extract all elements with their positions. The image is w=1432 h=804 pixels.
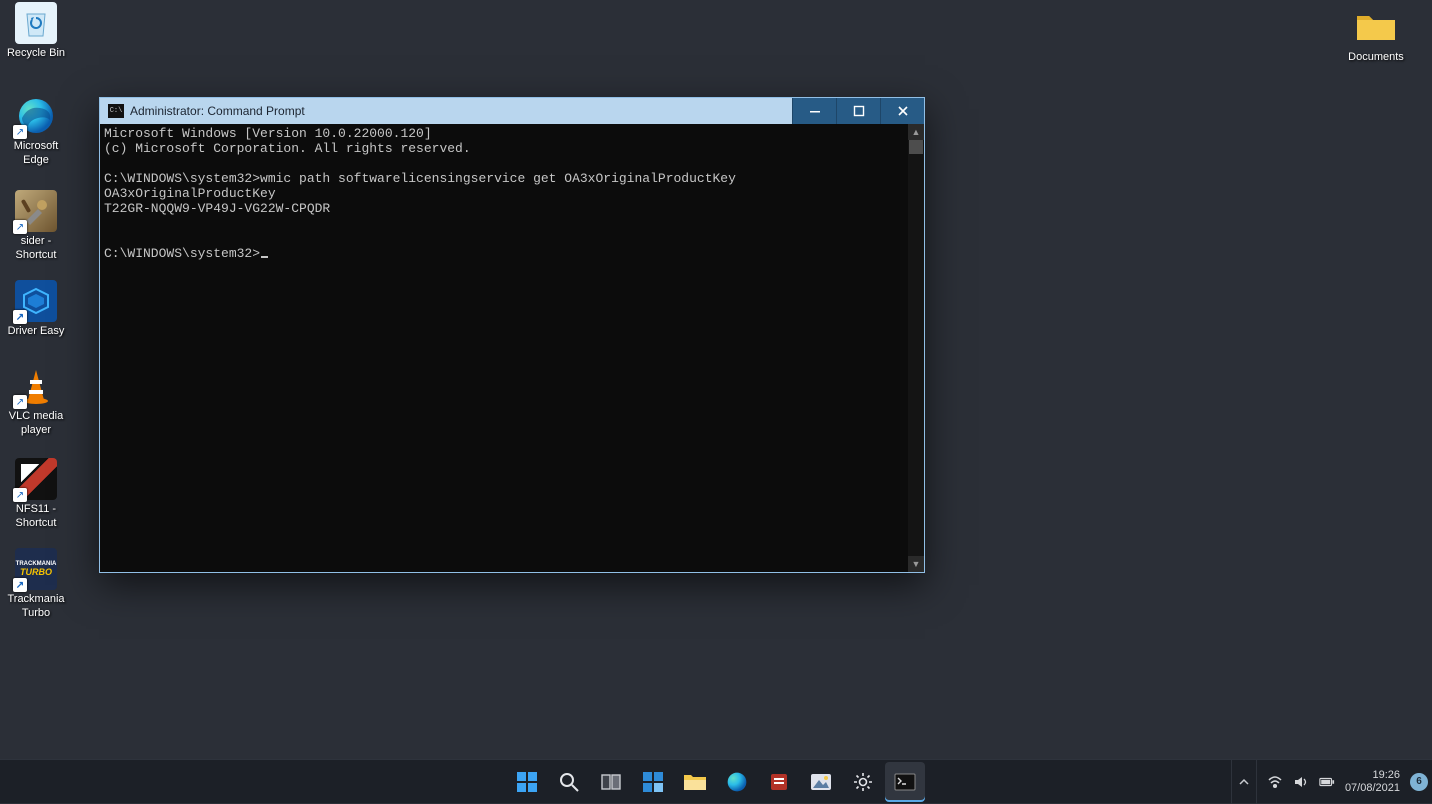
taskbar-start[interactable] xyxy=(507,762,547,802)
desktop-icon-label: NFS11 - Shortcut xyxy=(0,502,72,530)
scroll-track[interactable] xyxy=(908,140,924,556)
desktop-icon-recycle-bin[interactable]: Recycle Bin xyxy=(0,2,72,60)
taskbar-file-explorer[interactable] xyxy=(675,762,715,802)
taskbar-todo[interactable] xyxy=(759,762,799,802)
cmd-line: (c) Microsoft Corporation. All rights re… xyxy=(104,141,471,156)
battery-icon[interactable] xyxy=(1319,774,1335,790)
wifi-icon[interactable] xyxy=(1267,774,1283,790)
desktop-icon-label: Trackmania Turbo xyxy=(0,592,72,620)
shortcut-arrow-icon: ↗ xyxy=(13,310,27,324)
tray-date: 07/08/2021 xyxy=(1345,782,1400,795)
shortcut-arrow-icon: ↗ xyxy=(13,220,27,234)
taskbar: 19:26 07/08/2021 6 xyxy=(0,759,1432,803)
taskbar-search[interactable] xyxy=(549,762,589,802)
desktop-icon-sider[interactable]: ↗ sider - Shortcut xyxy=(0,190,72,262)
cmd-line: OA3xOriginalProductKey xyxy=(104,186,276,201)
desktop-icon-label: Documents xyxy=(1340,50,1412,64)
cmd-title-text: Administrator: Command Prompt xyxy=(130,104,305,118)
cmd-cursor xyxy=(261,256,268,258)
desktop-icon-documents[interactable]: Documents xyxy=(1340,6,1412,64)
cmd-prompt: C:\WINDOWS\system32> xyxy=(104,246,260,261)
recycle-bin-icon xyxy=(15,2,57,44)
desktop-icon-label: sider - Shortcut xyxy=(0,234,72,262)
cmd-line: C:\WINDOWS\system32>wmic path softwareli… xyxy=(104,171,736,186)
tray-clock[interactable]: 19:26 07/08/2021 xyxy=(1345,769,1400,795)
tray-time: 19:26 xyxy=(1372,769,1400,782)
scroll-down-arrow-icon[interactable]: ▼ xyxy=(908,556,924,572)
shortcut-arrow-icon: ↗ xyxy=(13,488,27,502)
shortcut-arrow-icon: ↗ xyxy=(13,125,27,139)
taskbar-cmd[interactable] xyxy=(885,762,925,802)
desktop-icon-label: VLC media player xyxy=(0,409,72,437)
driver-easy-icon: ↗ xyxy=(15,280,57,322)
desktop-icon-trackmania[interactable]: TRACKMANIA TURBO ↗ Trackmania Turbo xyxy=(0,548,72,620)
cmd-titlebar[interactable]: C:\ Administrator: Command Prompt xyxy=(100,98,924,124)
cmd-body[interactable]: Microsoft Windows [Version 10.0.22000.12… xyxy=(100,124,908,572)
tray-overflow-chevron-icon[interactable] xyxy=(1231,760,1257,804)
folder-icon xyxy=(1355,6,1397,48)
desktop-icon-nfs11[interactable]: ↗ NFS11 - Shortcut xyxy=(0,458,72,530)
desktop-icon-edge[interactable]: ↗ Microsoft Edge xyxy=(0,95,72,167)
cmd-line: T22GR-NQQW9-VP49J-VG22W-CPQDR xyxy=(104,201,330,216)
cmd-title-icon: C:\ xyxy=(108,104,124,118)
shortcut-arrow-icon: ↗ xyxy=(13,395,27,409)
desktop-icon-label: Driver Easy xyxy=(0,324,72,338)
cmd-window[interactable]: C:\ Administrator: Command Prompt Micros… xyxy=(99,97,925,573)
scroll-up-arrow-icon[interactable]: ▲ xyxy=(908,124,924,140)
volume-icon[interactable] xyxy=(1293,774,1309,790)
desktop-icon-label: Microsoft Edge xyxy=(0,139,72,167)
tools-icon: ↗ xyxy=(15,190,57,232)
shortcut-arrow-icon: ↗ xyxy=(13,578,27,592)
cmd-line: Microsoft Windows [Version 10.0.22000.12… xyxy=(104,126,432,141)
notification-badge[interactable]: 6 xyxy=(1410,773,1428,791)
desktop-icon-label: Recycle Bin xyxy=(0,46,72,60)
desktop-icon-driver-easy[interactable]: ↗ Driver Easy xyxy=(0,280,72,338)
taskbar-edge[interactable] xyxy=(717,762,757,802)
cmd-scrollbar[interactable]: ▲ ▼ xyxy=(908,124,924,572)
nfs-icon: ↗ xyxy=(15,458,57,500)
minimize-button[interactable] xyxy=(792,98,836,124)
trackmania-icon: TRACKMANIA TURBO ↗ xyxy=(15,548,57,590)
scroll-thumb[interactable] xyxy=(909,140,923,154)
taskbar-widgets[interactable] xyxy=(633,762,673,802)
edge-icon: ↗ xyxy=(15,95,57,137)
taskbar-task-view[interactable] xyxy=(591,762,631,802)
close-button[interactable] xyxy=(880,98,924,124)
taskbar-settings[interactable] xyxy=(843,762,883,802)
taskbar-photos[interactable] xyxy=(801,762,841,802)
desktop-icon-vlc[interactable]: ↗ VLC media player xyxy=(0,365,72,437)
maximize-button[interactable] xyxy=(836,98,880,124)
vlc-cone-icon: ↗ xyxy=(15,365,57,407)
